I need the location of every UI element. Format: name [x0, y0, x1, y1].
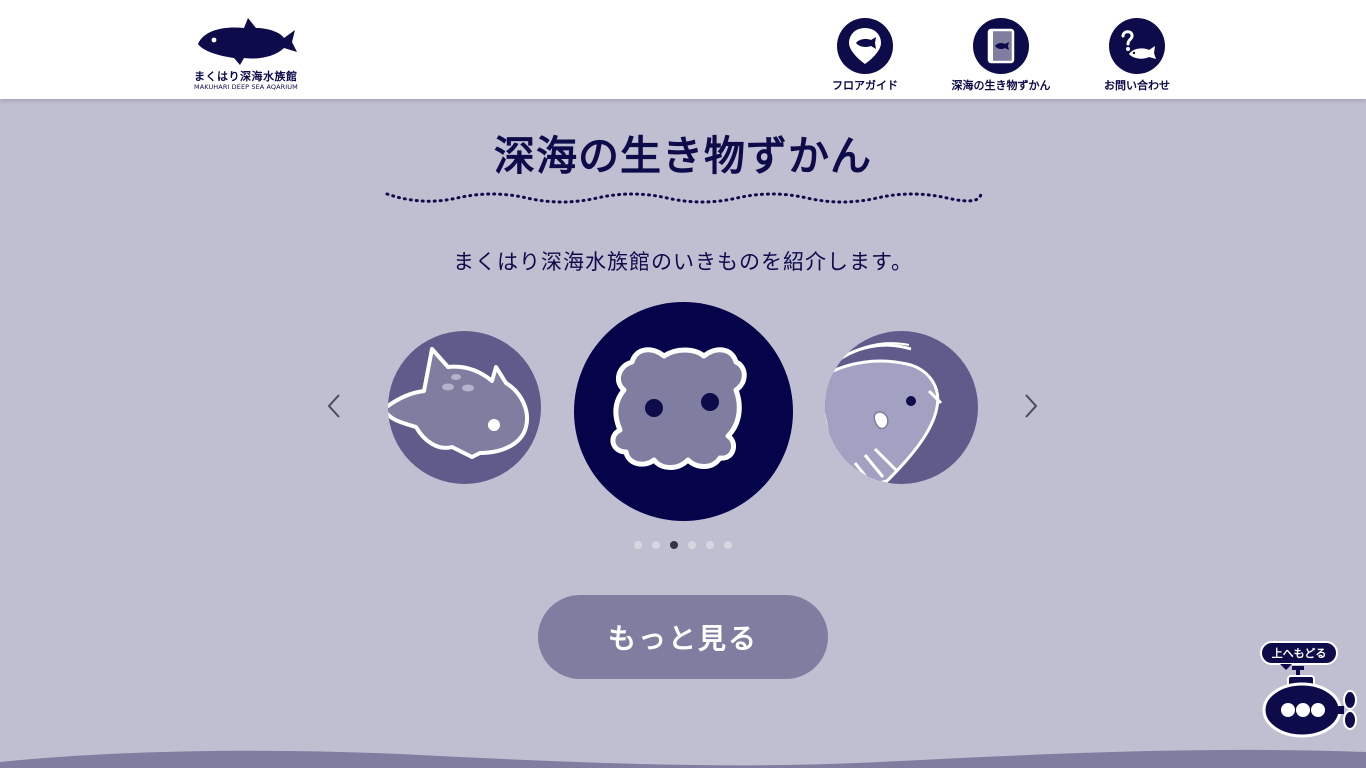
coelacanth-icon: [198, 18, 297, 65]
site-logo[interactable]: まくはり深海水族館 MAKUHARI DEEP SEA AQARIUM: [192, 14, 300, 94]
nav-floor-guide-label: フロアガイド: [832, 79, 898, 92]
carousel-dot-3[interactable]: [670, 541, 678, 549]
submarine-icon: [1262, 664, 1357, 738]
chevron-right-icon: [1025, 394, 1038, 418]
nav-creature-book-label: 深海の生き物ずかん: [951, 79, 1051, 92]
question-fish-icon: [1109, 18, 1165, 74]
logo-text-en: MAKUHARI DEEP SEA AQARIUM: [194, 83, 298, 91]
picture-book-icon: [973, 18, 1029, 74]
chevron-left-icon: [327, 394, 340, 418]
nav-contact-label: お問い合わせ: [1104, 79, 1170, 92]
carousel-dot-5[interactable]: [706, 541, 714, 549]
nav-contact[interactable]: お問い合わせ: [1082, 18, 1192, 94]
carousel-slide-anglerfish[interactable]: [825, 331, 978, 484]
carousel-prev-button[interactable]: [322, 390, 346, 422]
carousel-dot-4[interactable]: [688, 541, 696, 549]
anglerfish-icon: [825, 342, 943, 484]
logo-text-ja: まくはり深海水族館: [194, 70, 298, 83]
carousel-dot-2[interactable]: [652, 541, 660, 549]
back-to-top-button[interactable]: 上へもどる: [1252, 636, 1360, 742]
nav-floor-guide[interactable]: フロアガイド: [810, 18, 920, 94]
carousel-pagination: [630, 541, 740, 551]
wave-divider: [385, 190, 983, 204]
map-pin-fish-icon: [837, 18, 893, 74]
more-button[interactable]: もっと見る: [538, 595, 828, 679]
site-header: まくはり深海水族館 MAKUHARI DEEP SEA AQARIUM フロアガ…: [0, 0, 1366, 99]
page-title: 深海の生き物ずかん: [494, 132, 872, 180]
nav-creature-book[interactable]: 深海の生き物ずかん: [946, 18, 1056, 94]
carousel-slide-dumbo-octopus[interactable]: [574, 302, 793, 521]
carousel-dot-6[interactable]: [724, 541, 732, 549]
carousel-dot-1[interactable]: [634, 541, 642, 549]
bottom-wave: [0, 749, 1366, 768]
carousel-slide-coelacanth[interactable]: [388, 331, 541, 484]
coelacanth-icon: [388, 347, 529, 459]
dumbo-octopus-icon: [610, 347, 747, 470]
page-lead-text: まくはり深海水族館のいきものを紹介します。: [453, 250, 913, 274]
carousel-next-button[interactable]: [1019, 390, 1043, 422]
